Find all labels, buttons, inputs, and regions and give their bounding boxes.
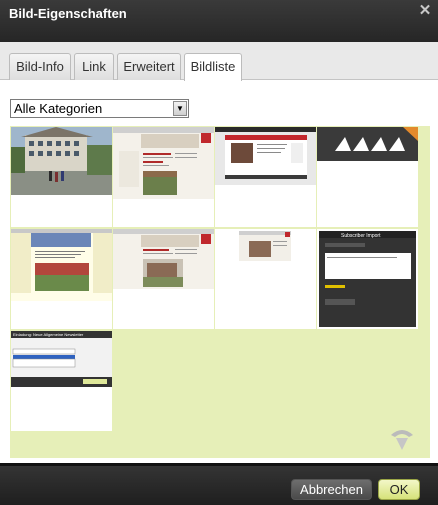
thumbnail-small-website[interactable] — [215, 229, 316, 329]
dialog-title: Bild-Eigenschaften — [9, 6, 127, 21]
tab-bildliste[interactable]: Bildliste — [184, 53, 242, 81]
thumbnail-website-red-header[interactable] — [113, 127, 214, 227]
tab-link[interactable]: Link — [74, 53, 114, 80]
tab-bar: Bild-Info Link Erweitert Bildliste — [0, 42, 438, 81]
dialog-footer: Abbrechen OK — [0, 463, 438, 505]
close-icon[interactable]: ✕ — [418, 3, 432, 18]
newsletter-mini-title: Einladung: Neue Allgemeine Newsletter — [13, 332, 84, 337]
thumbnail-website-dark-photo[interactable] — [215, 127, 316, 227]
drag-handle-icon — [391, 430, 413, 450]
thumbnail-subscriber-import-dialog[interactable]: Subscriber Import — [317, 229, 418, 329]
tab-erweitert[interactable]: Erweitert — [117, 53, 181, 80]
ok-button[interactable]: OK — [378, 479, 420, 500]
chevron-down-icon[interactable]: ▼ — [173, 101, 187, 116]
image-gallery: Subscriber Import Einladung: Neue Allgem… — [10, 126, 430, 458]
thumbnail-website-building[interactable] — [113, 229, 214, 329]
thumbnail-newsletter-dialog[interactable]: Einladung: Neue Allgemeine Newsletter — [11, 331, 112, 431]
thumbnail-dark-logo[interactable] — [317, 127, 418, 227]
dialog-titlebar: Bild-Eigenschaften ✕ — [0, 0, 438, 42]
cancel-button[interactable]: Abbrechen — [291, 479, 372, 500]
tab-bild-info[interactable]: Bild-Info — [9, 53, 71, 80]
subscriber-import-mini-title: Subscriber Import — [341, 233, 381, 239]
thumbnail-website-yellow-page[interactable] — [11, 229, 112, 329]
dialog-body: Alle Kategorien ▼ Subscriber Import Einl… — [0, 80, 438, 463]
thumbnail-school-building[interactable] — [11, 127, 112, 227]
category-select[interactable]: Alle Kategorien ▼ — [10, 99, 189, 118]
category-select-value: Alle Kategorien — [14, 101, 103, 116]
